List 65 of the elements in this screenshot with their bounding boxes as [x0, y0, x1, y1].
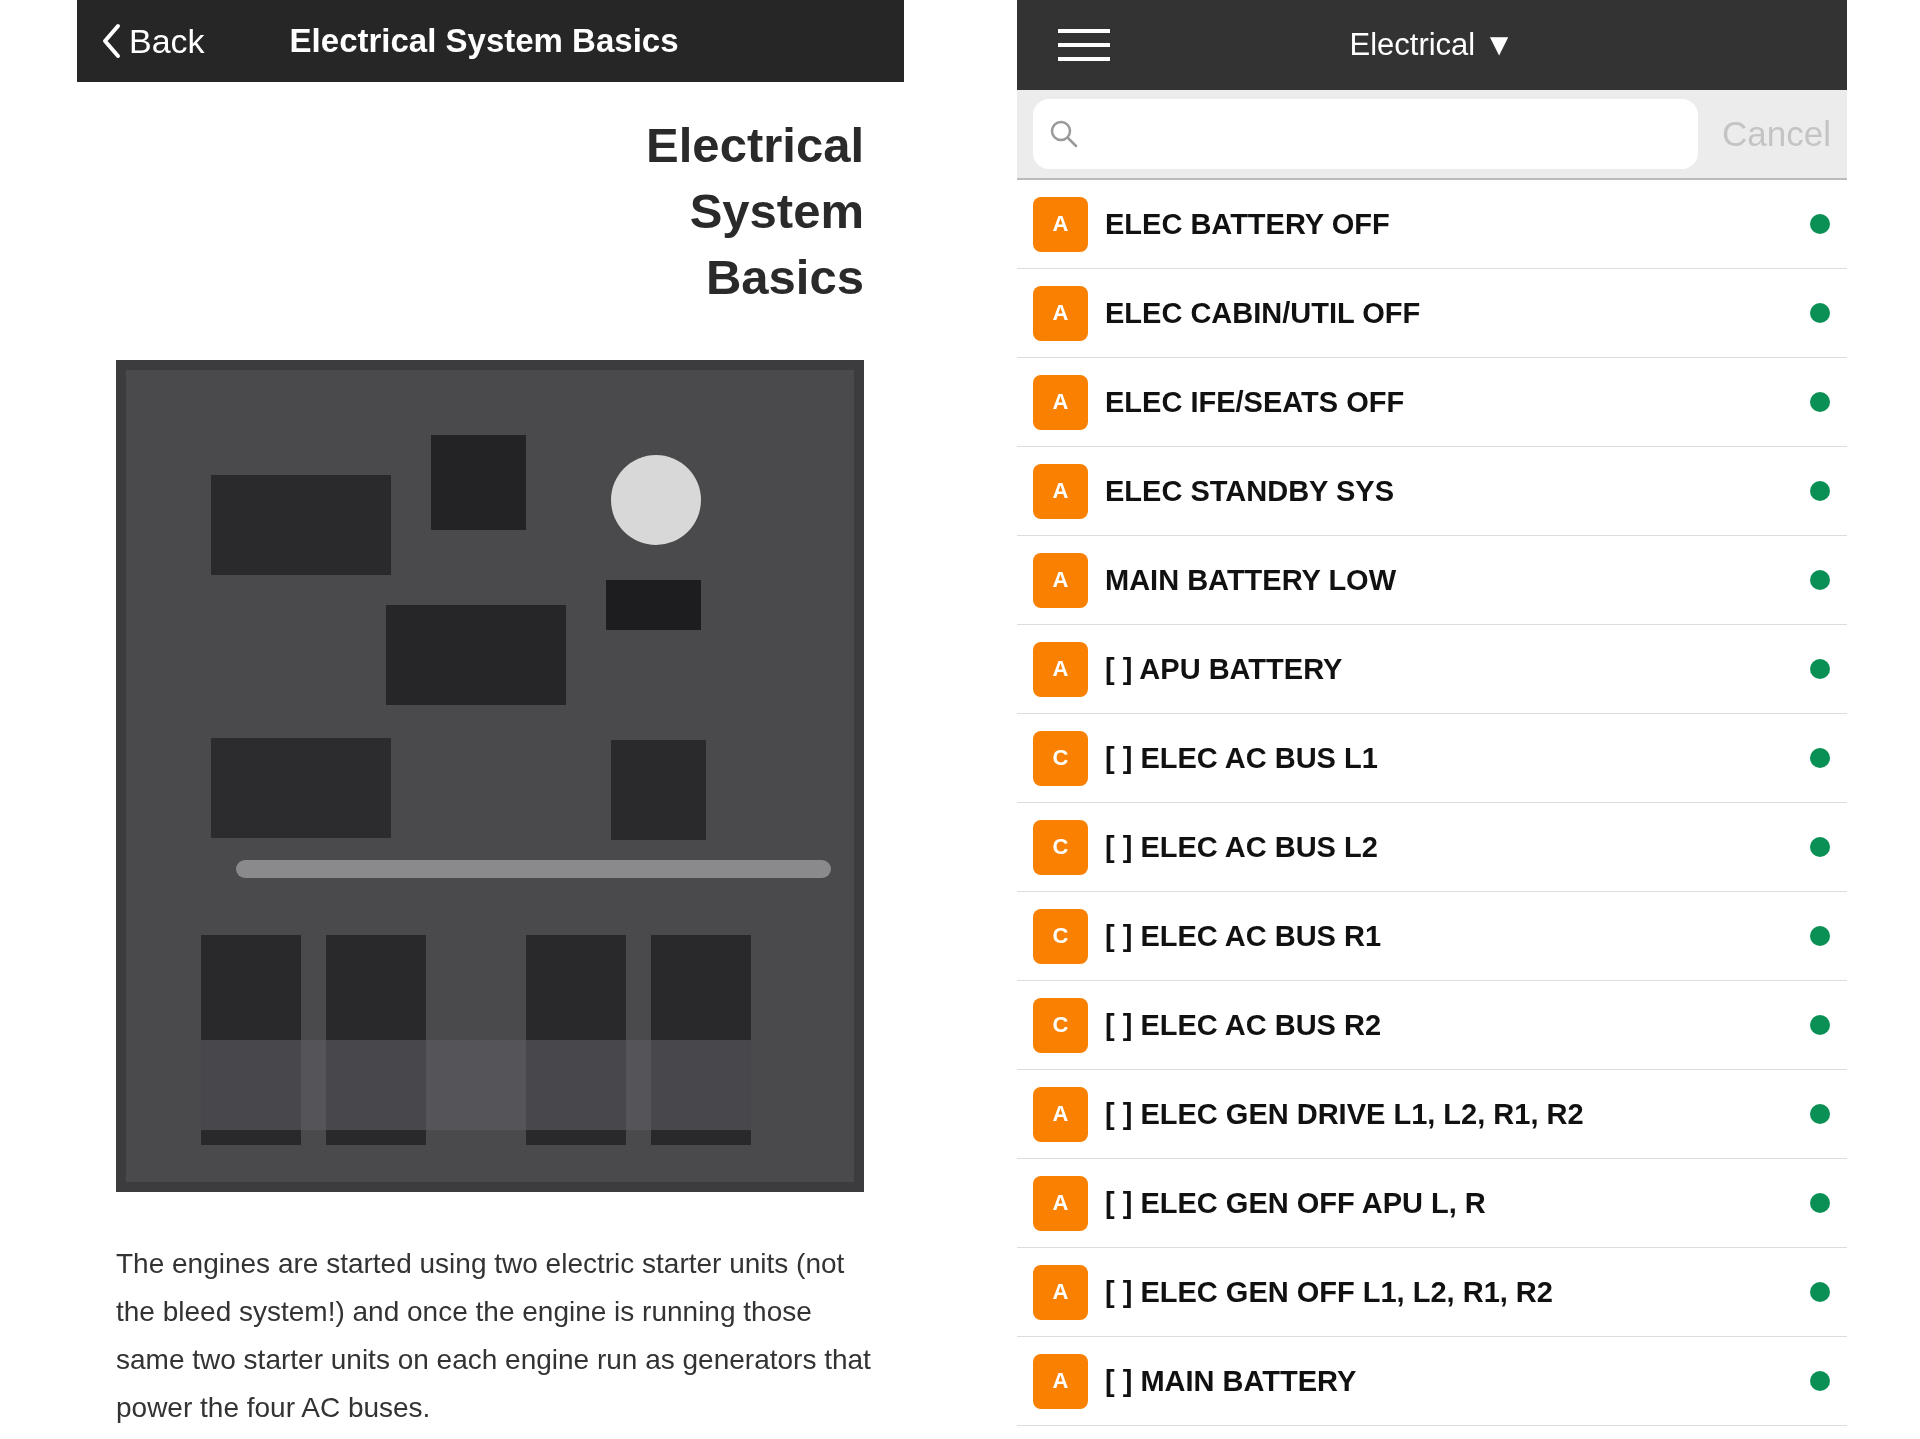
status-dot [1810, 1371, 1830, 1391]
category-badge: A [1033, 1264, 1088, 1320]
back-button[interactable]: Back [101, 21, 205, 61]
article-paragraph: The engines are started using two electric starter units (not the bleed system!) and once the engine is running those same two starter units on each engine run as generators that power the four AC buses. [116, 1247, 872, 1425]
status-dot [1810, 481, 1830, 501]
checklist-item[interactable]: A ELEC BATTERY OFF [1017, 180, 1847, 269]
category-badge: C [1033, 997, 1088, 1053]
category-badge: A [1033, 641, 1088, 697]
item-label: ELEC BATTERY OFF [1105, 207, 1391, 241]
status-dot [1810, 570, 1830, 590]
category-badge: A [1033, 552, 1088, 608]
checklist-item[interactable]: C [ ] ELEC AC BUS R1 [1017, 892, 1847, 981]
category-badge: A [1033, 463, 1088, 519]
search-icon [1049, 119, 1079, 149]
item-label: [ ] ELEC GEN OFF L1, L2, R1, R2 [1105, 1275, 1554, 1309]
checklist-item[interactable]: A [ ] APU BATTERY [1017, 625, 1847, 714]
checklist-item[interactable]: A [ ] ELEC GEN DRIVE L1, L2, R1, R2 [1017, 1070, 1847, 1159]
item-label: [ ] ELEC AC BUS R2 [1105, 1008, 1383, 1042]
item-label: [ ] APU BATTERY [1105, 652, 1344, 686]
category-badge: A [1033, 374, 1088, 430]
item-label: [ ] ELEC AC BUS L2 [1105, 830, 1379, 864]
nav-title: Electrical System Basics [289, 22, 679, 60]
category-badge: A [1033, 1086, 1088, 1142]
status-dot [1810, 1104, 1830, 1124]
status-dot [1810, 1193, 1830, 1213]
checklist-item[interactable]: A ELEC IFE/SEATS OFF [1017, 358, 1847, 447]
status-dot [1810, 659, 1830, 679]
item-label: ELEC IFE/SEATS OFF [1105, 385, 1406, 419]
item-label: [ ] ELEC AC BUS R1 [1105, 919, 1383, 953]
checklist-item[interactable]: C [ ] ELEC AC BUS L2 [1017, 803, 1847, 892]
category-badge: A [1033, 285, 1088, 341]
article-heading: Electrical System Basics [646, 117, 864, 306]
item-label: [ ] ELEC GEN DRIVE L1, L2, R1, R2 [1105, 1097, 1585, 1131]
status-dot [1810, 392, 1830, 412]
item-label: [ ] ELEC AC BUS L1 [1105, 741, 1379, 775]
item-label: [ ] MAIN BATTERY [1105, 1364, 1358, 1398]
back-chevron-icon [101, 23, 121, 59]
item-label: ELEC STANDBY SYS [1105, 474, 1395, 508]
search-field[interactable] [1033, 99, 1699, 169]
status-dot [1810, 303, 1830, 323]
status-dot [1810, 1015, 1830, 1035]
item-label: ELEC CABIN/UTIL OFF [1105, 296, 1422, 330]
item-label: [ ] ELEC GEN OFF APU L, R [1105, 1186, 1487, 1220]
checklist-item[interactable]: A ELEC STANDBY SYS [1017, 447, 1847, 536]
category-badge: A [1033, 1175, 1088, 1231]
checklist-item[interactable]: C [ ] ELEC AC BUS R2 [1017, 981, 1847, 1070]
status-dot [1810, 1282, 1830, 1302]
item-label: MAIN BATTERY LOW [1105, 563, 1398, 597]
category-badge: C [1033, 730, 1088, 786]
status-dot [1810, 926, 1830, 946]
checklist-item[interactable]: A ELEC CABIN/UTIL OFF [1017, 269, 1847, 358]
checklist-item[interactable]: A MAIN BATTERY LOW [1017, 536, 1847, 625]
category-badge: A [1033, 1353, 1088, 1409]
status-dot [1810, 748, 1830, 768]
checklist-item[interactable]: C [ ] ELEC AC BUS L1 [1017, 714, 1847, 803]
status-dot [1810, 214, 1830, 234]
checklist-item[interactable]: A [ ] ELEC GEN OFF L1, L2, R1, R2 [1017, 1248, 1847, 1337]
checklist-item[interactable]: A [ ] ELEC GEN OFF APU L, R [1017, 1159, 1847, 1248]
category-dropdown[interactable]: Electrical ▼ [1332, 27, 1532, 63]
category-badge: C [1033, 819, 1088, 875]
category-badge: A [1033, 196, 1088, 252]
checklist-item[interactable]: A [ ] MAIN BATTERY [1017, 1337, 1847, 1426]
status-dot [1810, 837, 1830, 857]
menu-icon[interactable] [1058, 27, 1110, 63]
category-badge: C [1033, 908, 1088, 964]
